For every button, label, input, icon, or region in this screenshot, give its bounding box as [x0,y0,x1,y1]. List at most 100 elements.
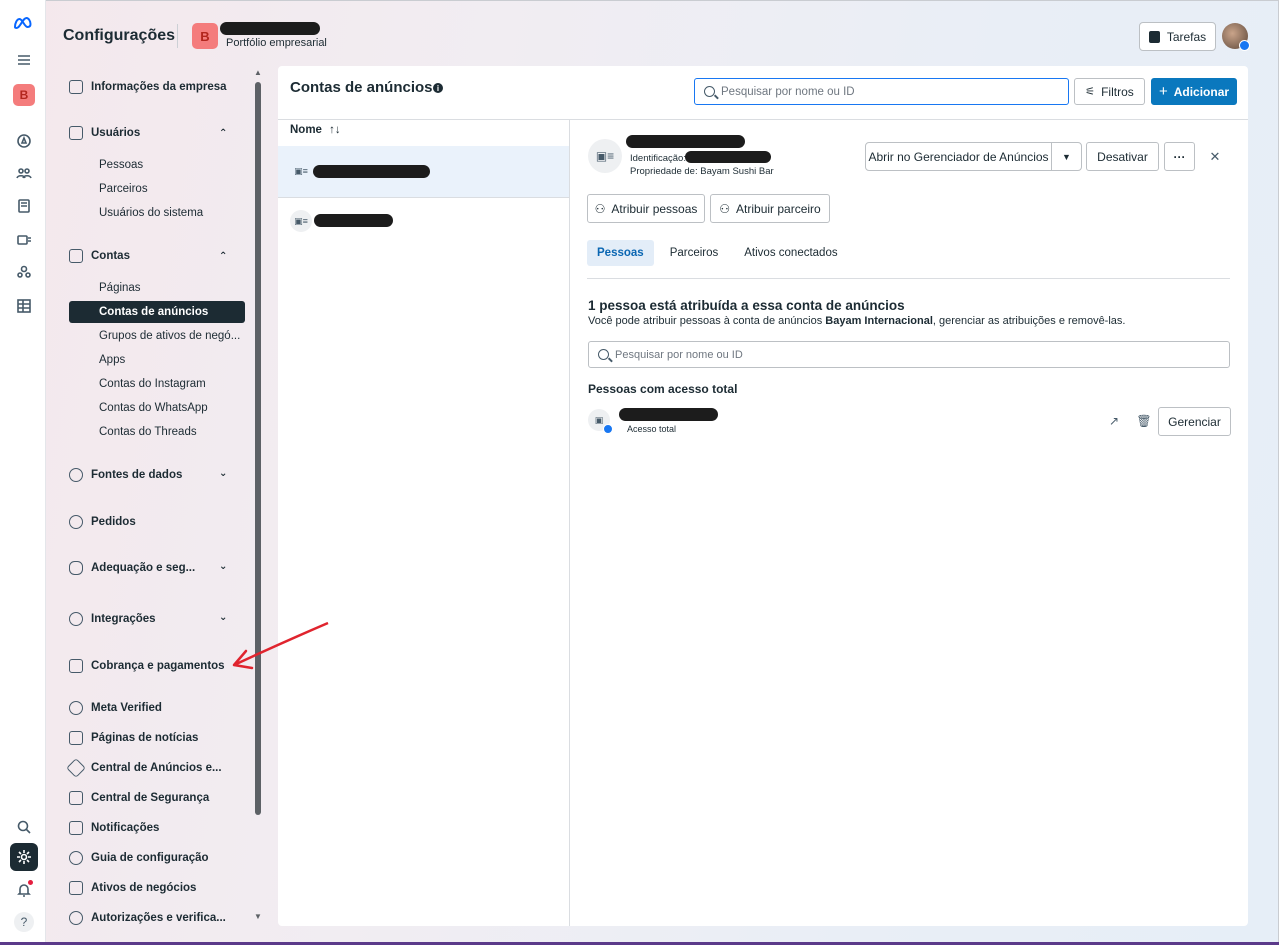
plus-icon: + [1158,83,1168,100]
icon-rail: B ? [0,0,46,942]
briefcase-icon [69,80,83,94]
assigned-people-description: Você pode atribuir pessoas à conta de an… [588,315,1126,327]
sidebar-item-partners[interactable]: Parceiros [69,178,245,200]
chevron-up-icon[interactable]: ⌃ [219,128,229,139]
sidebar-item-requests[interactable]: Pedidos [69,511,136,533]
account-name-redacted[interactable] [314,214,393,227]
ad-account-large-icon: ▣≡ [588,139,622,173]
caret-down-icon: ▼ [1062,151,1071,162]
sidebar-item-pages[interactable]: Páginas [69,277,245,299]
sidebar-item-setup-guide[interactable]: Guia de configuração [69,847,209,869]
account-search-input[interactable]: Pesquisar por nome ou ID [694,78,1069,105]
info-icon[interactable]: i [433,83,443,93]
folder-icon [69,249,83,263]
sidebar-item-users[interactable]: Usuários [69,122,140,144]
sort-icon[interactable]: ↑↓ [329,124,341,136]
sidebar-item-ads-center[interactable]: Central de Anúncios e... [66,757,222,779]
menu-icon[interactable] [12,48,36,72]
portfolio-avatar[interactable]: B [192,23,218,49]
detail-tabs: Pessoas Parceiros Ativos conectados [587,240,854,266]
notification-square-icon [69,821,83,835]
verified-check-icon [69,701,83,715]
sidebar-item-whatsapp[interactable]: Contas do WhatsApp [69,397,245,419]
open-ads-manager-button[interactable]: Abrir no Gerenciador de Anúncios [865,142,1052,171]
sidebar-item-authorizations[interactable]: Autorizações e verifica... [69,907,226,928]
pages-icon[interactable] [12,194,36,218]
help-icon[interactable]: ? [12,910,36,934]
chevron-down-icon[interactable]: ⌄ [219,561,229,572]
search-icon[interactable] [12,815,36,839]
notification-dot [28,880,33,885]
ad-account-icon: ▣≡ [294,165,308,176]
sidebar-item-accounts[interactable]: Contas [69,245,130,267]
sidebar-item-asset-groups[interactable]: Grupos de ativos de negó... [69,325,245,347]
sidebar-item-billing[interactable]: Cobrança e pagamentos [69,655,225,677]
integrations-icon [69,612,83,626]
filters-button[interactable]: ⚟ Filtros [1074,78,1145,105]
account-name-redacted [313,165,430,178]
tab-people[interactable]: Pessoas [587,240,654,266]
sidebar-item-threads[interactable]: Contas do Threads [69,421,245,443]
search-icon [704,86,715,97]
add-button[interactable]: + Adicionar [1151,78,1237,105]
settings-sidebar: Informações da empresa Usuários ⌃ Pessoa… [53,66,265,928]
scroll-up-arrow-icon[interactable]: ▲ [254,68,262,77]
person-add-icon [69,515,83,529]
groups-icon[interactable] [12,260,36,284]
more-options-button[interactable]: ··· [1164,142,1195,171]
ads-manager-dropdown[interactable]: ▼ [1051,142,1082,171]
scroll-down-arrow-icon[interactable]: ▼ [254,912,262,921]
sidebar-item-company-info[interactable]: Informações da empresa [69,76,227,98]
close-icon[interactable]: ✕ [1208,149,1222,164]
tasks-button[interactable]: Tarefas [1139,22,1216,51]
meta-logo-icon[interactable] [12,12,36,36]
person-avatar: ▣ [588,409,613,434]
search-icon [598,349,609,360]
sidebar-item-news-pages[interactable]: Páginas de notícias [69,727,198,749]
manage-button[interactable]: Gerenciar [1158,407,1231,436]
sidebar-item-security-center[interactable]: Central de Segurança [69,787,209,809]
sidebar-item-ad-accounts[interactable]: Contas de anúncios [69,301,245,323]
account-id-redacted [685,151,771,163]
portfolio-type-label: Portfólio empresarial [226,37,327,49]
chevron-down-icon[interactable]: ⌄ [219,612,229,623]
sidebar-item-suitability[interactable]: Adequação e seg... [69,557,195,579]
assign-partner-button[interactable]: ⚇ Atribuir parceiro [710,194,830,223]
sidebar-item-system-users[interactable]: Usuários do sistema [69,202,245,224]
full-access-heading: Pessoas com acesso total [588,382,738,396]
external-link-icon[interactable]: ↗ [1107,414,1121,428]
chevron-down-icon[interactable]: ⌄ [219,468,229,479]
people-search-input[interactable]: Pesquisar por nome ou ID [588,341,1230,368]
table-icon[interactable] [12,294,36,318]
name-column-header[interactable]: Nome ↑↓ [290,124,341,136]
lock-icon [69,791,83,805]
scrollbar-thumb[interactable] [255,82,261,815]
compass-icon[interactable] [12,129,36,153]
ad-account-icon[interactable]: ▣≡ [290,210,312,232]
chevron-up-icon[interactable]: ⌃ [219,251,229,262]
business-avatar[interactable]: B [12,83,36,107]
sidebar-item-people[interactable]: Pessoas [69,154,245,176]
tab-partners[interactable]: Parceiros [660,240,729,266]
deactivate-button[interactable]: Desativar [1086,142,1159,171]
people-icon[interactable] [12,161,36,185]
sidebar-item-business-assets[interactable]: Ativos de negócios [69,877,196,899]
news-icon [69,731,83,745]
tab-connected-assets[interactable]: Ativos conectados [734,240,847,266]
sidebar-item-data-sources[interactable]: Fontes de dados [69,464,182,486]
assign-people-button[interactable]: ⚇ Atribuir pessoas [587,194,705,223]
sidebar-item-meta-verified[interactable]: Meta Verified [69,697,162,719]
trash-icon[interactable]: 🗑 [1136,414,1151,428]
facebook-badge-icon [603,424,613,434]
sidebar-item-notifications[interactable]: Notificações [69,817,159,839]
ads-icon[interactable] [12,228,36,252]
sidebar-scrollbar[interactable]: ▲ ▼ [252,66,264,926]
sidebar-item-apps[interactable]: Apps [69,349,245,371]
sidebar-item-instagram[interactable]: Contas do Instagram [69,373,245,395]
person-name-redacted [619,408,718,421]
settings-gear-icon[interactable] [10,843,38,871]
main-panel: Contas de anúncios i Pesquisar por nome … [278,66,1248,926]
user-avatar[interactable] [1222,23,1250,51]
notifications-bell-icon[interactable] [12,878,36,902]
sidebar-item-integrations[interactable]: Integrações [69,608,156,630]
